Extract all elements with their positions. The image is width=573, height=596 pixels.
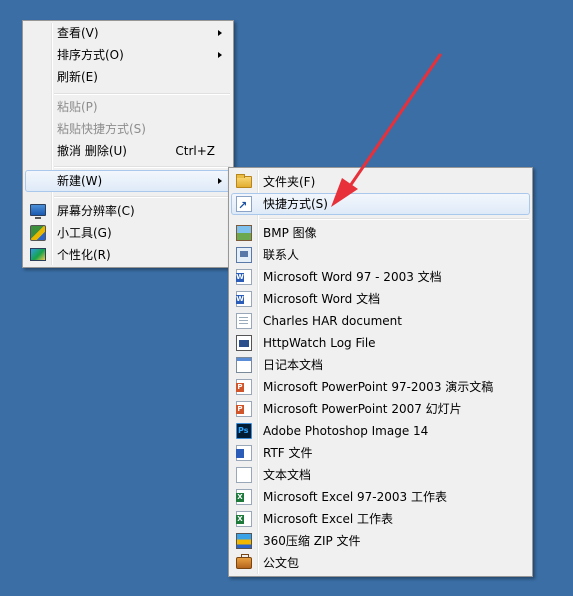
contact-icon bbox=[236, 247, 252, 263]
menu-item-label: Adobe Photoshop Image 14 bbox=[263, 424, 429, 438]
menu-item-label: 快捷方式(S) bbox=[263, 197, 328, 211]
word-icon bbox=[236, 269, 252, 285]
submenu-item-word[interactable]: Microsoft Word 文档 bbox=[231, 288, 530, 310]
menu-item-label: 屏幕分辨率(C) bbox=[57, 204, 135, 218]
submenu-item-powerpoint-2007[interactable]: Microsoft PowerPoint 2007 幻灯片 bbox=[231, 398, 530, 420]
menu-separator bbox=[54, 196, 230, 198]
shortcut-icon bbox=[236, 195, 252, 217]
submenu-item-httpwatch-log[interactable]: HttpWatch Log File bbox=[231, 332, 530, 354]
powerpoint-icon bbox=[236, 401, 252, 417]
powerpoint-icon bbox=[236, 379, 252, 395]
submenu-arrow-icon bbox=[218, 52, 222, 58]
submenu-arrow-icon bbox=[218, 30, 222, 36]
menu-item-paste[interactable]: 粘贴(P) bbox=[25, 96, 231, 118]
menu-item-paste-shortcut[interactable]: 粘贴快捷方式(S) bbox=[25, 118, 231, 140]
new-submenu: 文件夹(F) 快捷方式(S) BMP 图像 联系人 Microsoft Word… bbox=[228, 167, 533, 577]
menu-item-screen-resolution[interactable]: 屏幕分辨率(C) bbox=[25, 200, 231, 222]
submenu-item-word-97[interactable]: Microsoft Word 97 - 2003 文档 bbox=[231, 266, 530, 288]
menu-item-personalize[interactable]: 个性化(R) bbox=[25, 244, 231, 266]
menu-item-new[interactable]: 新建(W) bbox=[25, 170, 231, 192]
submenu-item-rtf[interactable]: RTF 文件 bbox=[231, 442, 530, 464]
excel-icon bbox=[236, 489, 252, 505]
submenu-item-zip[interactable]: 360压缩 ZIP 文件 bbox=[231, 530, 530, 552]
menu-item-label: Microsoft PowerPoint 2007 幻灯片 bbox=[263, 402, 462, 416]
menu-item-undo-delete[interactable]: 撤消 删除(U) Ctrl+Z bbox=[25, 140, 231, 162]
folder-icon bbox=[236, 174, 252, 188]
menu-item-label: 联系人 bbox=[263, 248, 300, 262]
submenu-item-bmp[interactable]: BMP 图像 bbox=[231, 222, 530, 244]
submenu-item-excel[interactable]: Microsoft Excel 工作表 bbox=[231, 508, 530, 530]
zip-icon bbox=[236, 533, 252, 549]
rtf-icon bbox=[236, 445, 252, 461]
briefcase-icon bbox=[236, 554, 252, 569]
menu-item-gadgets[interactable]: 小工具(G) bbox=[25, 222, 231, 244]
photoshop-icon bbox=[236, 423, 252, 439]
submenu-item-text-document[interactable]: 文本文档 bbox=[231, 464, 530, 486]
menu-item-label: 新建(W) bbox=[57, 174, 103, 188]
menu-item-label: BMP 图像 bbox=[263, 226, 317, 240]
excel-icon bbox=[236, 511, 252, 527]
submenu-item-journal[interactable]: 日记本文档 bbox=[231, 354, 530, 376]
menu-item-label: 排序方式(O) bbox=[57, 48, 124, 62]
bitmap-icon bbox=[236, 225, 252, 241]
menu-item-label: Microsoft Word 文档 bbox=[263, 292, 381, 306]
submenu-item-shortcut[interactable]: 快捷方式(S) bbox=[231, 193, 530, 217]
journal-icon bbox=[236, 357, 252, 373]
menu-separator bbox=[54, 93, 230, 95]
submenu-item-charles-har[interactable]: Charles HAR document bbox=[231, 310, 530, 332]
menu-item-label: 文件夹(F) bbox=[263, 175, 316, 189]
menu-item-label: HttpWatch Log File bbox=[263, 336, 376, 350]
menu-separator bbox=[54, 166, 230, 168]
submenu-item-briefcase[interactable]: 公文包 bbox=[231, 552, 530, 574]
menu-item-label: 撤消 删除(U) bbox=[57, 144, 127, 158]
submenu-item-photoshop[interactable]: Adobe Photoshop Image 14 bbox=[231, 420, 530, 442]
menu-item-label: 刷新(E) bbox=[57, 70, 98, 84]
menu-item-label: 粘贴(P) bbox=[57, 100, 98, 114]
document-icon bbox=[236, 313, 252, 329]
menu-item-sort-by[interactable]: 排序方式(O) bbox=[25, 44, 231, 66]
menu-item-view[interactable]: 查看(V) bbox=[25, 22, 231, 44]
menu-item-label: 个性化(R) bbox=[57, 248, 111, 262]
submenu-item-excel-97[interactable]: Microsoft Excel 97-2003 工作表 bbox=[231, 486, 530, 508]
menu-item-label: Microsoft Excel 工作表 bbox=[263, 512, 394, 526]
desktop-context-menu: 查看(V) 排序方式(O) 刷新(E) 粘贴(P) 粘贴快捷方式(S) 撤消 删… bbox=[22, 20, 234, 268]
menu-item-label: 360压缩 ZIP 文件 bbox=[263, 534, 361, 548]
menu-separator bbox=[260, 218, 529, 220]
gadgets-icon bbox=[30, 225, 46, 241]
menu-item-label: 日记本文档 bbox=[263, 358, 324, 372]
menu-item-label: Microsoft Word 97 - 2003 文档 bbox=[263, 270, 442, 284]
menu-item-label: Microsoft Excel 97-2003 工作表 bbox=[263, 490, 447, 504]
submenu-arrow-icon bbox=[218, 178, 222, 184]
menu-item-label: 小工具(G) bbox=[57, 226, 112, 240]
text-file-icon bbox=[236, 467, 252, 483]
menu-item-label: RTF 文件 bbox=[263, 446, 313, 460]
menu-item-label: 查看(V) bbox=[57, 26, 99, 40]
menu-item-label: 公文包 bbox=[263, 556, 300, 570]
log-file-icon bbox=[236, 335, 252, 351]
submenu-item-powerpoint-97[interactable]: Microsoft PowerPoint 97-2003 演示文稿 bbox=[231, 376, 530, 398]
submenu-item-contact[interactable]: 联系人 bbox=[231, 244, 530, 266]
shortcut-key-label: Ctrl+Z bbox=[175, 144, 215, 158]
menu-item-label: 文本文档 bbox=[263, 468, 312, 482]
display-icon bbox=[30, 204, 46, 219]
word-icon bbox=[236, 291, 252, 307]
menu-item-refresh[interactable]: 刷新(E) bbox=[25, 66, 231, 88]
menu-item-label: Microsoft PowerPoint 97-2003 演示文稿 bbox=[263, 380, 494, 394]
submenu-item-folder[interactable]: 文件夹(F) bbox=[231, 171, 530, 193]
menu-item-label: Charles HAR document bbox=[263, 314, 402, 328]
menu-item-label: 粘贴快捷方式(S) bbox=[57, 122, 146, 136]
personalize-icon bbox=[30, 248, 46, 261]
